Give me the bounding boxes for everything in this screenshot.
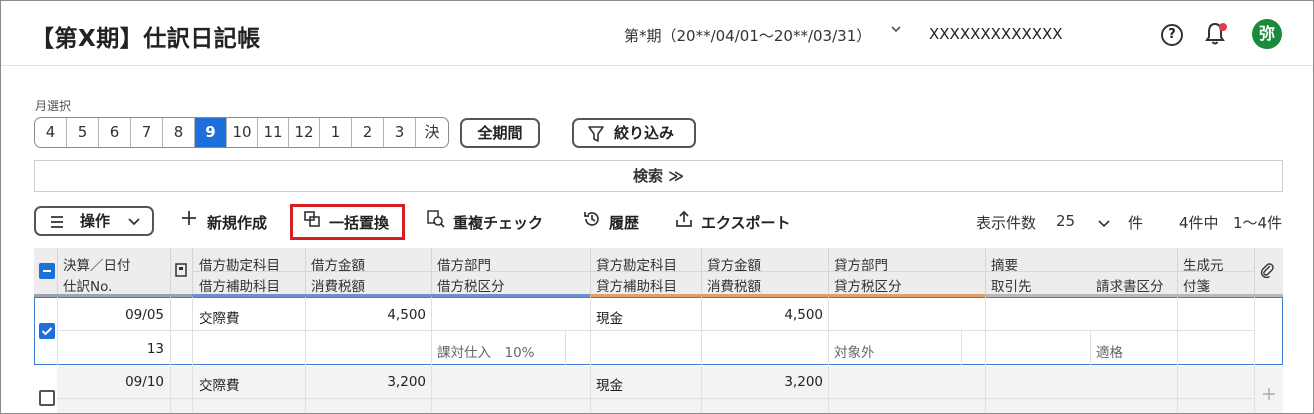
row-credit-account[interactable]: 現金	[596, 307, 623, 327]
row-date[interactable]: 09/10	[64, 374, 164, 390]
header-debit-tax[interactable]: 消費税額	[311, 275, 365, 295]
month-selector: 4 5 6 7 8 9 10 11 12 1 2 3 決	[34, 117, 449, 148]
bulk-replace-button[interactable]: 一括置換	[329, 212, 389, 233]
menu-icon	[51, 216, 63, 228]
month-button-7[interactable]: 7	[131, 118, 163, 147]
header-journal-no[interactable]: 仕訳No.	[63, 275, 112, 295]
header-date[interactable]: 決算／日付	[63, 254, 131, 274]
table-row[interactable]	[57, 366, 1283, 413]
header-debit-sub[interactable]: 借方補助科目	[199, 275, 280, 295]
header-credit-tax[interactable]: 消費税額	[707, 275, 761, 295]
month-button-8[interactable]: 8	[163, 118, 195, 147]
row-credit-amount[interactable]: 4,500	[707, 307, 823, 323]
filter-label: 絞り込み	[614, 124, 675, 142]
range-count: 1〜4件	[1233, 214, 1283, 232]
month-button-12[interactable]: 12	[289, 118, 320, 147]
avatar[interactable]: 弥	[1252, 19, 1282, 49]
bell-icon[interactable]	[1203, 21, 1227, 47]
app-window: 【第X期】仕訳日記帳 第*期（20**/04/01〜20**/03/31） XX…	[0, 0, 1314, 414]
add-row-icon[interactable]	[1262, 386, 1276, 405]
journal-table: 決算／日付 仕訳No. 借方勘定科目 借方補助科目 借方金額 消費税額 借方部門…	[34, 248, 1283, 413]
chevron-down-icon	[128, 218, 140, 226]
help-icon[interactable]: ?	[1161, 24, 1183, 46]
row-credit-tax-class[interactable]: 対象外	[834, 341, 875, 361]
replace-icon[interactable]	[303, 210, 321, 232]
month-button-6[interactable]: 6	[99, 118, 131, 147]
all-period-button[interactable]: 全期間	[460, 118, 540, 148]
export-icon[interactable]	[675, 210, 693, 232]
export-button[interactable]: エクスポート	[701, 212, 791, 233]
select-all-checkbox[interactable]	[39, 263, 55, 279]
display-count-select[interactable]: 25	[1056, 212, 1075, 230]
row-debit-account[interactable]: 交際費	[199, 307, 240, 327]
company-name[interactable]: XXXXXXXXXXXXX	[929, 25, 1063, 43]
operations-label: 操作	[80, 212, 111, 230]
row-credit-account[interactable]: 現金	[596, 374, 623, 394]
total-count: 4件中	[1179, 214, 1219, 232]
header-credit-sub[interactable]: 貸方補助科目	[596, 275, 677, 295]
page-header: 【第X期】仕訳日記帳 第*期（20**/04/01〜20**/03/31） XX…	[1, 1, 1313, 66]
month-button-10[interactable]: 10	[227, 118, 258, 147]
bookmark-icon	[175, 262, 187, 281]
row-debit-account[interactable]: 交際費	[199, 374, 240, 394]
header-tag[interactable]: 付箋	[1183, 275, 1210, 295]
chevron-down-icon[interactable]	[1098, 214, 1110, 233]
search-toggle[interactable]: 検索 ≫	[34, 160, 1283, 192]
new-entry-button[interactable]: 新規作成	[207, 212, 267, 233]
month-button-4[interactable]: 4	[35, 118, 67, 147]
duplicate-check-button[interactable]: 重複チェック	[453, 212, 543, 233]
row-invoice[interactable]: 適格	[1096, 341, 1123, 361]
display-count-label: 表示件数	[976, 214, 1037, 232]
month-button-5[interactable]: 5	[67, 118, 99, 147]
month-button-11[interactable]: 11	[258, 118, 289, 147]
table-header: 決算／日付 仕訳No. 借方勘定科目 借方補助科目 借方金額 消費税額 借方部門…	[34, 248, 1283, 297]
row-debit-amount[interactable]: 3,200	[311, 374, 426, 390]
month-button-決[interactable]: 決	[416, 118, 448, 147]
month-select-label: 月選択	[35, 99, 72, 113]
duplicate-search-icon[interactable]	[427, 210, 445, 232]
row-debit-tax-class[interactable]: 課対仕入 10%	[437, 341, 535, 361]
header-debit-tax-class[interactable]: 借方税区分	[437, 275, 505, 295]
notification-dot	[1219, 23, 1227, 31]
page-title: 【第X期】仕訳日記帳	[31, 26, 261, 52]
row-journal-no[interactable]: 13	[64, 341, 164, 357]
month-button-3[interactable]: 3	[384, 118, 416, 147]
operations-menu-button[interactable]: 操作	[34, 206, 154, 236]
month-button-9[interactable]: 9	[195, 118, 227, 147]
row-checkbox[interactable]	[39, 390, 55, 406]
period-selector[interactable]: 第*期（20**/04/01〜20**/03/31）	[624, 25, 871, 46]
header-partner[interactable]: 取引先	[991, 275, 1032, 295]
attachment-icon	[1260, 262, 1274, 282]
toolbar: 操作 新規作成 一括置換 重複チェック 履歴 エクスポート 表示件数 25 件	[1, 203, 1313, 240]
count-unit: 件	[1128, 214, 1144, 232]
row-checkbox[interactable]	[39, 323, 55, 339]
chevron-down-icon[interactable]	[890, 23, 902, 39]
month-button-1[interactable]: 1	[320, 118, 352, 147]
history-icon[interactable]	[583, 210, 601, 232]
row-debit-amount[interactable]: 4,500	[311, 307, 426, 323]
month-button-2[interactable]: 2	[352, 118, 384, 147]
filter-icon	[588, 126, 604, 142]
history-button[interactable]: 履歴	[609, 212, 639, 233]
plus-icon[interactable]	[181, 210, 197, 230]
header-invoice[interactable]: 請求書区分	[1096, 275, 1164, 295]
row-date[interactable]: 09/05	[64, 307, 164, 323]
header-credit-tax-class[interactable]: 貸方税区分	[834, 275, 902, 295]
filter-button[interactable]: 絞り込み	[572, 118, 696, 148]
row-credit-amount[interactable]: 3,200	[707, 374, 823, 390]
